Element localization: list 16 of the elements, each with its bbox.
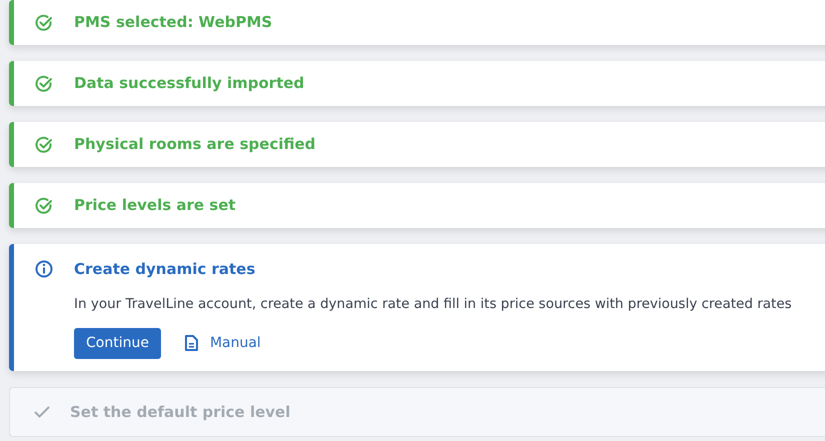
step-title: Price levels are set (74, 195, 236, 216)
continue-button[interactable]: Continue (74, 328, 161, 359)
step-title: PMS selected: WebPMS (74, 12, 272, 34)
check-circle-icon (35, 136, 53, 154)
step-title: Create dynamic rates (74, 259, 256, 280)
manual-link[interactable]: Manual (184, 332, 261, 354)
step-description: In your TravelLine account, create a dynamic rate and fill in its price sources with previously created rates (74, 294, 793, 314)
document-icon (184, 335, 198, 352)
check-circle-icon (35, 14, 53, 32)
step-title: Set the default price level (70, 402, 290, 422)
step-title: Physical rooms are specified (74, 134, 316, 156)
check-circle-icon (35, 74, 53, 92)
check-circle-icon (35, 196, 53, 214)
info-icon (35, 260, 53, 278)
check-icon (34, 406, 50, 418)
step-title: Data successfully imported (74, 73, 304, 94)
